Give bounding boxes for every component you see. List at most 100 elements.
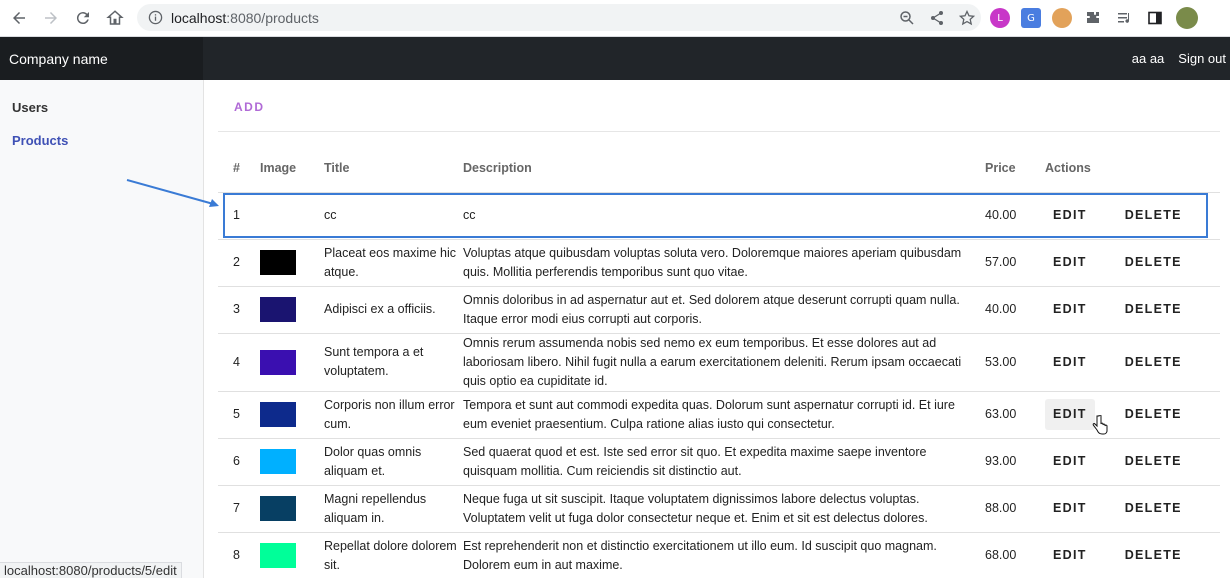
cell-title: Adipisci ex a officiis.: [324, 286, 463, 334]
reload-icon[interactable]: [67, 2, 99, 34]
cell-actions: EDIT DELETE: [1045, 438, 1220, 486]
delete-button[interactable]: DELETE: [1117, 347, 1190, 378]
mouse-pointer-icon: [1092, 415, 1108, 435]
cell-image: [260, 438, 324, 486]
edit-button[interactable]: EDIT: [1045, 446, 1095, 477]
cell-price: 93.00: [985, 438, 1045, 486]
table-row: 6 Dolor quas omnis aliquam et. Sed quaerat…: [218, 438, 1220, 486]
delete-button[interactable]: DELETE: [1117, 247, 1190, 278]
status-bar-url: localhost:8080/products/5/edit: [0, 562, 182, 578]
address-bar[interactable]: localhost:8080/products: [137, 4, 981, 31]
cell-title: Corporis non illum error cum.: [324, 391, 463, 439]
cell-price: 63.00: [985, 391, 1045, 439]
cell-price: 53.00: [985, 333, 1045, 392]
cell-image: [260, 286, 324, 334]
delete-button[interactable]: DELETE: [1117, 399, 1190, 430]
extension-lr-icon[interactable]: L: [990, 8, 1010, 28]
delete-button[interactable]: DELETE: [1117, 294, 1190, 325]
cell-number: 8: [218, 532, 260, 578]
home-icon[interactable]: [99, 2, 131, 34]
cell-title: Magni repellendus aliquam in.: [324, 485, 463, 533]
cell-number: 3: [218, 286, 260, 334]
cell-price: 68.00: [985, 532, 1045, 578]
cell-title: Sunt tempora a et voluptatem.: [324, 333, 463, 392]
site-info-icon[interactable]: [147, 10, 163, 26]
edit-button[interactable]: EDIT: [1045, 399, 1095, 430]
delete-button[interactable]: DELETE: [1117, 493, 1190, 524]
column-header-description: Description: [463, 144, 985, 193]
product-thumbnail: [260, 496, 296, 521]
app-header: Company name aa aa Sign out: [0, 37, 1230, 80]
brand-name[interactable]: Company name: [0, 37, 203, 80]
column-header-price: Price: [985, 144, 1045, 193]
cell-description: Est reprehenderit non et distinctio exer…: [463, 532, 985, 578]
cell-number: 6: [218, 438, 260, 486]
row-highlight-annotation: [223, 193, 1208, 238]
cell-description: Neque fuga ut sit suscipit. Itaque volup…: [463, 485, 985, 533]
cell-image: [260, 485, 324, 533]
table-row: 8 Repellat dolore dolorem sit. Est reprehe…: [218, 532, 1220, 578]
cell-image: [260, 391, 324, 439]
edit-button[interactable]: EDIT: [1045, 294, 1095, 325]
url-host: localhost: [171, 9, 227, 26]
cell-number: 4: [218, 333, 260, 392]
product-thumbnail: [260, 402, 296, 427]
main-content: ADD # Image Title Description Price Acti…: [218, 80, 1220, 578]
delete-button[interactable]: DELETE: [1117, 540, 1190, 571]
cell-title: Placeat eos maxime hic atque.: [324, 239, 463, 287]
cell-price: 57.00: [985, 239, 1045, 287]
profile-avatar-icon[interactable]: [1176, 7, 1198, 29]
zoom-icon[interactable]: [899, 10, 915, 26]
cell-description: Omnis doloribus in ad aspernatur aut et.…: [463, 286, 985, 334]
cell-title: Dolor quas omnis aliquam et.: [324, 438, 463, 486]
annotation-arrow-icon: [126, 179, 219, 207]
table-header-row: # Image Title Description Price Actions: [218, 144, 1220, 193]
sidebar-item-products[interactable]: Products: [12, 133, 68, 148]
media-queue-icon[interactable]: [1114, 8, 1134, 28]
share-icon[interactable]: [929, 10, 945, 26]
column-header-title: Title: [324, 144, 463, 193]
puzzle-extensions-icon[interactable]: [1083, 8, 1103, 28]
product-thumbnail: [260, 349, 296, 375]
cell-number: 5: [218, 391, 260, 439]
cell-actions: EDIT DELETE: [1045, 239, 1220, 287]
cell-actions: EDIT DELETE: [1045, 391, 1220, 439]
cell-number: 7: [218, 485, 260, 533]
cell-description: Omnis rerum assumenda nobis sed nemo ex …: [463, 333, 985, 392]
cell-actions: EDIT DELETE: [1045, 333, 1220, 392]
product-thumbnail: [260, 543, 296, 568]
edit-button[interactable]: EDIT: [1045, 247, 1095, 278]
cell-description: Sed quaerat quod et est. Iste sed error …: [463, 438, 985, 486]
cell-actions: EDIT DELETE: [1045, 485, 1220, 533]
add-button[interactable]: ADD: [234, 100, 265, 114]
product-thumbnail: [260, 250, 296, 275]
table-row: 2 Placeat eos maxime hic atque. Voluptas a…: [218, 239, 1220, 287]
table-row: 4 Sunt tempora a et voluptatem. Omnis reru…: [218, 333, 1220, 392]
edit-button[interactable]: EDIT: [1045, 347, 1095, 378]
sign-out-link[interactable]: Sign out: [1178, 51, 1226, 66]
edit-button[interactable]: EDIT: [1045, 540, 1095, 571]
forward-icon[interactable]: [35, 2, 67, 34]
product-thumbnail: [260, 449, 296, 474]
cell-actions: EDIT DELETE: [1045, 532, 1220, 578]
column-header-image: Image: [260, 144, 324, 193]
table-row: 3 Adipisci ex a officiis. Omnis doloribus …: [218, 286, 1220, 334]
sidebar-item-users[interactable]: Users: [12, 100, 48, 115]
table-row: 7 Magni repellendus aliquam in. Neque fuga…: [218, 485, 1220, 533]
cell-image: [260, 239, 324, 287]
translate-extension-icon[interactable]: G: [1021, 8, 1041, 28]
cell-description: Voluptas atque quibusdam voluptas soluta…: [463, 239, 985, 287]
cell-image: [260, 333, 324, 392]
cell-title: Repellat dolore dolorem sit.: [324, 532, 463, 578]
back-icon[interactable]: [3, 2, 35, 34]
bookmark-star-icon[interactable]: [959, 9, 975, 26]
cookie-extension-icon[interactable]: [1052, 8, 1072, 28]
url-path: :8080/products: [226, 9, 319, 26]
divider: [218, 131, 1220, 132]
browser-toolbar: localhost:8080/products L G: [0, 0, 1230, 37]
product-thumbnail: [260, 297, 296, 322]
cell-actions: EDIT DELETE: [1045, 286, 1220, 334]
side-panel-icon[interactable]: [1145, 8, 1165, 28]
delete-button[interactable]: DELETE: [1117, 446, 1190, 477]
edit-button[interactable]: EDIT: [1045, 493, 1095, 524]
